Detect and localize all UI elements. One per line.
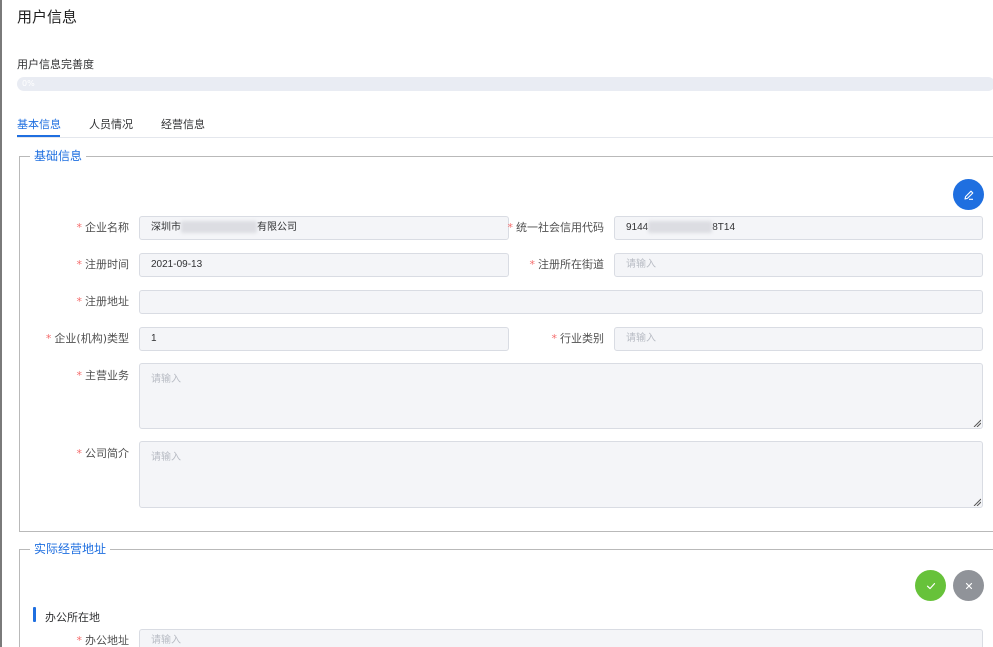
resize-grip-icon[interactable] — [973, 498, 981, 506]
close-icon — [965, 582, 972, 589]
required-mark: * — [529, 258, 536, 271]
required-mark: * — [507, 221, 514, 234]
office-location-title: 办公所在地 — [45, 611, 100, 624]
confirm-button[interactable] — [915, 570, 946, 601]
required-mark: * — [76, 221, 83, 234]
tab-business-info[interactable]: 经营信息 — [161, 116, 205, 132]
reg-street-input[interactable]: 请输入 — [614, 253, 983, 277]
check-icon — [926, 582, 935, 589]
address-fieldset: 实际经营地址 办公所在地 * 办公地址 请输入 — [19, 541, 993, 647]
basic-info-legend: 基础信息 — [30, 148, 87, 164]
required-mark: * — [76, 258, 83, 271]
company-name-label-text: 企业名称 — [85, 221, 129, 234]
required-mark: * — [76, 295, 83, 308]
reg-time-label-text: 注册时间 — [85, 258, 129, 271]
page-title: 用户信息 — [17, 8, 78, 26]
industry-input[interactable]: 请输入 — [614, 327, 983, 351]
tab-bar: 基本信息 人员情况 经营信息 — [17, 109, 993, 138]
reg-address-label-text: 注册地址 — [85, 295, 129, 308]
basic-info-fieldset: 基础信息 * 企业名称 深圳市 有限公司 * 统一社会信用代码 9144 8T14 * 注… — [19, 148, 993, 532]
org-type-input[interactable]: 1 — [139, 327, 509, 351]
reg-street-label: * 注册所在街道 — [530, 258, 605, 272]
credit-code-label: * 统一社会信用代码 — [508, 221, 605, 235]
cancel-button[interactable] — [953, 570, 984, 601]
reg-address-input[interactable] — [139, 290, 983, 314]
office-address-label-text: 办公地址 — [85, 634, 129, 647]
company-name-label: * 企业名称 — [77, 221, 130, 235]
tab-active-indicator — [17, 135, 60, 137]
required-mark: * — [76, 447, 83, 460]
company-name-input[interactable]: 深圳市 有限公司 — [139, 216, 509, 240]
company-intro-placeholder: 请输入 — [151, 452, 181, 463]
industry-label-text: 行业类别 — [560, 332, 604, 345]
tab-personnel[interactable]: 人员情况 — [89, 116, 133, 132]
main-business-label: * 主营业务 — [77, 369, 130, 383]
office-address-label: * 办公地址 — [77, 634, 130, 647]
credit-code-value-prefix: 9144 — [626, 222, 649, 233]
industry-label: * 行业类别 — [552, 332, 605, 346]
reg-address-label: * 注册地址 — [77, 295, 130, 309]
org-type-label: * 企业(机构)类型 — [46, 332, 129, 346]
company-intro-label: * 公司简介 — [77, 447, 130, 461]
address-legend: 实际经营地址 — [30, 541, 111, 557]
redacted-mask — [648, 221, 713, 234]
completeness-progress-text: 0% — [22, 79, 35, 88]
pencil-icon — [963, 190, 973, 200]
edit-button[interactable] — [953, 179, 984, 210]
redacted-mask — [181, 221, 257, 234]
completeness-progress-bar: 0% — [17, 77, 993, 91]
credit-code-value-suffix: 8T14 — [712, 222, 736, 233]
tab-basic-info[interactable]: 基本信息 — [17, 116, 61, 132]
main-business-label-text: 主营业务 — [85, 369, 129, 382]
section-marker — [33, 607, 36, 622]
credit-code-label-text: 统一社会信用代码 — [516, 221, 604, 234]
company-intro-textarea[interactable]: 请输入 — [139, 441, 983, 508]
credit-code-input[interactable]: 9144 8T14 — [614, 216, 983, 240]
required-mark: * — [45, 332, 52, 345]
company-name-value-suffix: 有限公司 — [257, 222, 297, 233]
required-mark: * — [76, 369, 83, 382]
reg-street-label-text: 注册所在街道 — [538, 258, 604, 271]
required-mark: * — [76, 634, 83, 647]
required-mark: * — [551, 332, 558, 345]
main-business-placeholder: 请输入 — [151, 374, 181, 385]
reg-time-input[interactable]: 2021-09-13 — [139, 253, 509, 277]
company-intro-label-text: 公司简介 — [85, 447, 129, 460]
org-type-label-text: 企业(机构)类型 — [54, 332, 129, 345]
office-address-input[interactable]: 请输入 — [139, 629, 983, 647]
main-business-textarea[interactable]: 请输入 — [139, 363, 983, 429]
reg-time-label: * 注册时间 — [77, 258, 130, 272]
company-name-value-prefix: 深圳市 — [151, 222, 181, 233]
resize-grip-icon[interactable] — [973, 419, 981, 427]
completeness-label: 用户信息完善度 — [17, 58, 94, 71]
